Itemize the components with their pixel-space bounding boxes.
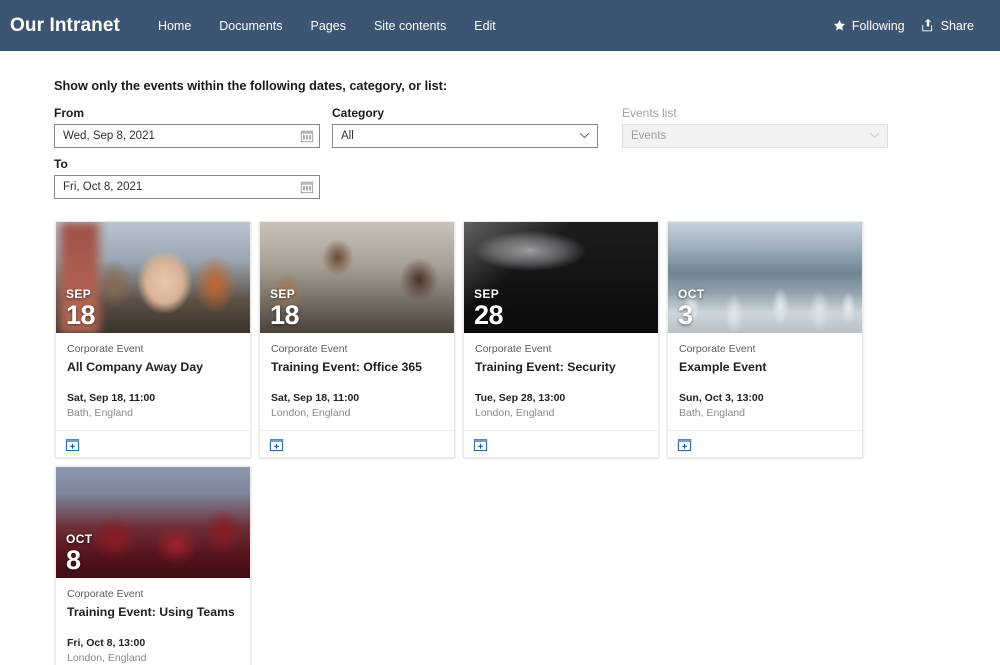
star-icon xyxy=(833,19,846,32)
event-location: London, England xyxy=(67,651,147,664)
event-image: SEP 18 xyxy=(56,222,250,333)
event-datetime: Tue, Sep 28, 13:00 xyxy=(475,391,566,404)
event-title[interactable]: All Company Away Day xyxy=(67,359,239,376)
share-button[interactable]: Share xyxy=(921,19,974,33)
event-image: SEP 28 xyxy=(464,222,658,333)
share-label: Share xyxy=(940,18,974,33)
add-to-calendar-icon[interactable] xyxy=(65,437,80,452)
event-location: London, England xyxy=(271,406,351,419)
event-month: SEP xyxy=(474,287,500,301)
event-category: Corporate Event xyxy=(67,588,144,600)
event-details: Corporate Event Training Event: Using Te… xyxy=(56,578,250,665)
category-select[interactable]: All xyxy=(332,124,598,148)
event-month: OCT xyxy=(66,532,93,546)
event-card[interactable]: OCT 8 Corporate Event Training Event: Us… xyxy=(55,466,251,665)
event-card-footer xyxy=(260,430,454,457)
event-card[interactable]: SEP 28 Corporate Event Training Event: S… xyxy=(463,221,659,458)
event-date-badge: OCT 8 xyxy=(66,533,93,574)
event-card-footer xyxy=(464,430,658,457)
event-title[interactable]: Example Event xyxy=(679,359,851,376)
events-card-grid: SEP 18 Corporate Event All Company Away … xyxy=(0,221,890,665)
site-title[interactable]: Our Intranet xyxy=(0,15,130,37)
event-month: SEP xyxy=(66,287,92,301)
event-title[interactable]: Training Event: Security xyxy=(475,359,647,376)
event-card[interactable]: SEP 18 Corporate Event Training Event: O… xyxy=(259,221,455,458)
event-category: Corporate Event xyxy=(271,343,348,355)
calendar-icon[interactable] xyxy=(299,179,315,195)
to-date-input[interactable]: Fri, Oct 8, 2021 xyxy=(54,175,320,199)
nav-item-documents[interactable]: Documents xyxy=(205,11,296,41)
event-month: SEP xyxy=(270,287,296,301)
event-day: 18 xyxy=(270,300,300,330)
event-image: SEP 18 xyxy=(260,222,454,333)
event-day: 8 xyxy=(66,545,81,575)
share-icon xyxy=(921,19,935,32)
event-card[interactable]: SEP 18 Corporate Event All Company Away … xyxy=(55,221,251,458)
event-date-badge: OCT 3 xyxy=(678,288,705,329)
date-range-group: From Wed, Sep 8, 2021 To Fri, Oct 8, 202… xyxy=(54,106,332,199)
event-details: Corporate Event All Company Away Day Sat… xyxy=(56,333,250,430)
from-date-value: Wed, Sep 8, 2021 xyxy=(63,130,155,142)
chevron-down-icon xyxy=(579,130,590,142)
suite-bar: Our Intranet Home Documents Pages Site c… xyxy=(0,0,1000,51)
event-day: 28 xyxy=(474,300,504,330)
event-category: Corporate Event xyxy=(67,343,144,355)
event-location: London, England xyxy=(475,406,555,419)
event-details: Corporate Event Training Event: Office 3… xyxy=(260,333,454,430)
event-details: Corporate Event Example Event Sun, Oct 3… xyxy=(668,333,862,430)
event-card[interactable]: OCT 3 Corporate Event Example Event Sun,… xyxy=(667,221,863,458)
event-datetime: Sun, Oct 3, 13:00 xyxy=(679,391,764,404)
to-label: To xyxy=(54,157,68,171)
nav-item-site-contents[interactable]: Site contents xyxy=(360,11,460,41)
calendar-icon[interactable] xyxy=(299,128,315,144)
nav-item-edit[interactable]: Edit xyxy=(460,11,510,41)
nav-item-home[interactable]: Home xyxy=(144,11,205,41)
event-date-badge: SEP 18 xyxy=(270,287,300,330)
category-group: Category All xyxy=(332,106,610,148)
event-details: Corporate Event Training Event: Security… xyxy=(464,333,658,430)
from-date-input[interactable]: Wed, Sep 8, 2021 xyxy=(54,124,320,148)
event-card-footer xyxy=(668,430,862,457)
following-label: Following xyxy=(851,18,905,33)
event-datetime: Sat, Sep 18, 11:00 xyxy=(67,391,156,404)
event-day: 18 xyxy=(66,300,96,330)
event-location: Bath, England xyxy=(679,406,745,419)
events-list-select[interactable]: Events xyxy=(622,124,888,148)
event-title[interactable]: Training Event: Using Teams xyxy=(67,604,239,621)
event-image: OCT 8 xyxy=(56,467,250,578)
event-month: OCT xyxy=(678,287,705,301)
filter-heading: Show only the events within the followin… xyxy=(54,79,448,93)
category-value: All xyxy=(341,130,354,142)
event-filters: Show only the events within the followin… xyxy=(0,51,946,199)
add-to-calendar-icon[interactable] xyxy=(677,437,692,452)
event-category: Corporate Event xyxy=(475,343,552,355)
filter-fields: From Wed, Sep 8, 2021 To Fri, Oct 8, 202… xyxy=(54,106,946,199)
event-datetime: Fri, Oct 8, 13:00 xyxy=(67,636,146,649)
following-button[interactable]: Following xyxy=(833,19,905,33)
event-image: OCT 3 xyxy=(668,222,862,333)
add-to-calendar-icon[interactable] xyxy=(473,437,488,452)
event-category: Corporate Event xyxy=(679,343,756,355)
event-day: 3 xyxy=(678,300,693,330)
to-date-value: Fri, Oct 8, 2021 xyxy=(63,181,143,193)
from-label: From xyxy=(54,106,84,120)
nav-item-pages[interactable]: Pages xyxy=(297,11,360,41)
suite-actions: Following Share xyxy=(833,19,986,33)
category-label: Category xyxy=(332,106,385,120)
event-location: Bath, England xyxy=(67,406,133,419)
events-list-group: Events list Events xyxy=(622,106,888,148)
events-list-label: Events list xyxy=(622,106,677,120)
add-to-calendar-icon[interactable] xyxy=(269,437,284,452)
site-navigation: Home Documents Pages Site contents Edit xyxy=(144,11,510,41)
page-content: Show only the events within the followin… xyxy=(0,51,1000,665)
event-date-badge: SEP 18 xyxy=(66,287,96,330)
chevron-down-icon xyxy=(869,130,880,142)
events-list-value: Events xyxy=(631,130,667,142)
event-date-badge: SEP 28 xyxy=(474,287,504,330)
event-title[interactable]: Training Event: Office 365 xyxy=(271,359,443,376)
event-card-footer xyxy=(56,430,250,457)
event-datetime: Sat, Sep 18, 11:00 xyxy=(271,391,360,404)
